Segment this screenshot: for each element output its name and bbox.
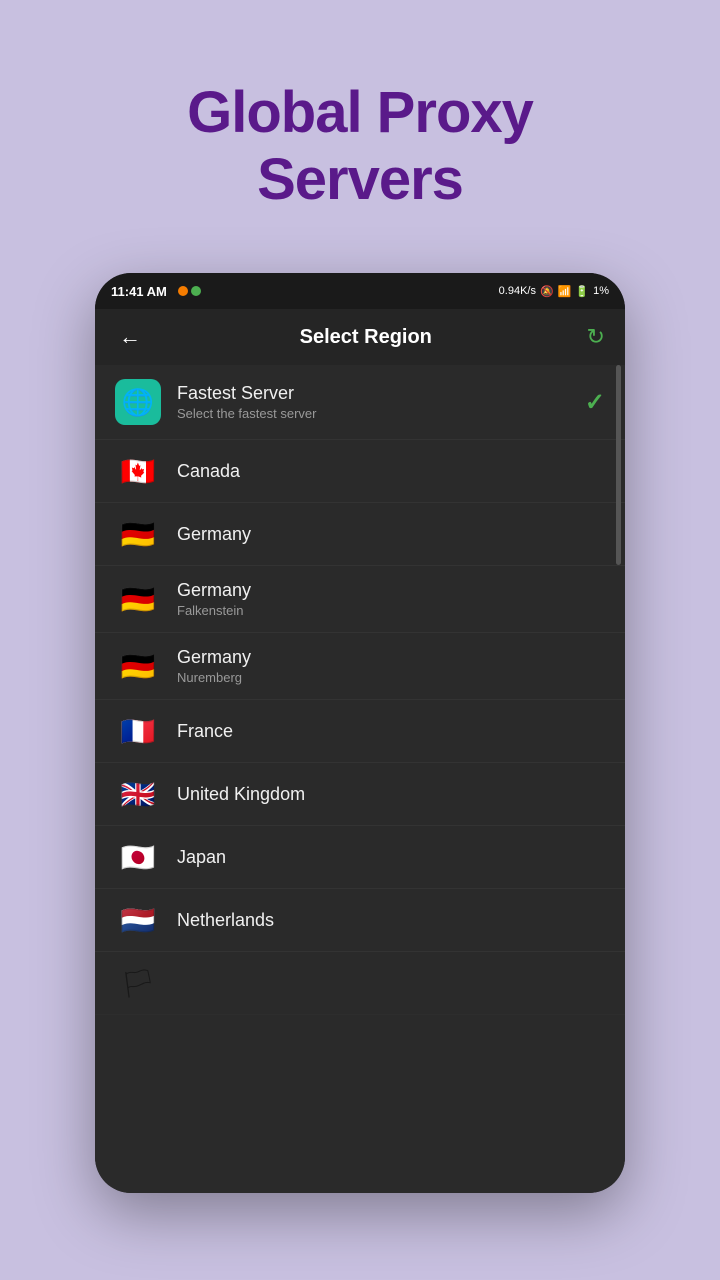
server-text-fastest: Fastest Server Select the fastest server — [177, 383, 585, 421]
status-speed: 0.94K/s — [499, 285, 536, 297]
server-text-uk: United Kingdom — [177, 784, 605, 805]
battery-pct: 1% — [593, 285, 609, 297]
server-name-netherlands: Netherlands — [177, 910, 605, 931]
flag-netherlands: 🇳🇱 — [115, 903, 161, 937]
server-text-germany3: Germany Nuremberg — [177, 647, 605, 685]
toolbar-title: Select Region — [300, 326, 432, 349]
page-title: Global Proxy Servers — [187, 80, 533, 213]
server-item-germany3[interactable]: 🇩🇪 Germany Nuremberg — [95, 633, 625, 700]
back-button[interactable]: ← — [115, 320, 145, 354]
server-item-germany2[interactable]: 🇩🇪 Germany Falkenstein — [95, 566, 625, 633]
server-name-japan: Japan — [177, 847, 605, 868]
server-text-germany1: Germany — [177, 524, 605, 545]
server-item-japan[interactable]: 🇯🇵 Japan — [95, 826, 625, 889]
check-icon-fastest: ✓ — [585, 388, 605, 417]
phone-mockup: 11:41 AM 0.94K/s 🔕 📶 🔋 1% ← Select Regio… — [95, 273, 625, 1193]
toolbar: ← Select Region ↻ — [95, 309, 625, 365]
flag-japan: 🇯🇵 — [115, 840, 161, 874]
server-item-uk[interactable]: 🇬🇧 United Kingdom — [95, 763, 625, 826]
server-name-france: France — [177, 721, 605, 742]
bell-icon: 🔕 — [540, 285, 554, 298]
server-item-germany1[interactable]: 🇩🇪 Germany — [95, 503, 625, 566]
server-item-fastest[interactable]: 🌐 Fastest Server Select the fastest serv… — [95, 365, 625, 440]
globe-icon: 🌐 — [115, 379, 161, 425]
flag-germany3: 🇩🇪 — [115, 649, 161, 683]
server-text-france: France — [177, 721, 605, 742]
server-item-more[interactable]: 🏳 — [95, 952, 625, 1015]
status-bar: 11:41 AM 0.94K/s 🔕 📶 🔋 1% — [95, 273, 625, 309]
battery-icon: 🔋 — [575, 285, 589, 298]
server-sub-germany2: Falkenstein — [177, 603, 605, 618]
server-name-canada: Canada — [177, 461, 605, 482]
server-text-netherlands: Netherlands — [177, 910, 605, 931]
server-name-fastest: Fastest Server — [177, 383, 585, 404]
dot-green — [191, 286, 201, 296]
scrollbar-track — [616, 365, 621, 565]
server-name-uk: United Kingdom — [177, 784, 605, 805]
server-name-germany1: Germany — [177, 524, 605, 545]
dot-orange — [178, 286, 188, 296]
server-item-france[interactable]: 🇫🇷 France — [95, 700, 625, 763]
status-time: 11:41 AM — [111, 284, 201, 299]
server-name-germany2: Germany — [177, 580, 605, 601]
server-sub-fastest: Select the fastest server — [177, 406, 585, 421]
server-item-netherlands[interactable]: 🇳🇱 Netherlands — [95, 889, 625, 952]
title-line2: Servers — [187, 147, 533, 214]
title-line1: Global Proxy — [187, 80, 533, 147]
flag-uk: 🇬🇧 — [115, 777, 161, 811]
flag-more: 🏳 — [115, 966, 161, 1000]
flag-germany1: 🇩🇪 — [115, 517, 161, 551]
flag-canada: 🇨🇦 — [115, 454, 161, 488]
server-name-germany3: Germany — [177, 647, 605, 668]
server-list[interactable]: 🌐 Fastest Server Select the fastest serv… — [95, 365, 625, 1193]
status-right: 0.94K/s 🔕 📶 🔋 1% — [499, 285, 609, 298]
server-text-japan: Japan — [177, 847, 605, 868]
server-item-canada[interactable]: 🇨🇦 Canada — [95, 440, 625, 503]
wifi-icon: 📶 — [558, 285, 572, 298]
server-text-canada: Canada — [177, 461, 605, 482]
flag-germany2: 🇩🇪 — [115, 582, 161, 616]
server-sub-germany3: Nuremberg — [177, 670, 605, 685]
server-text-germany2: Germany Falkenstein — [177, 580, 605, 618]
refresh-button[interactable]: ↻ — [587, 324, 605, 350]
flag-france: 🇫🇷 — [115, 714, 161, 748]
